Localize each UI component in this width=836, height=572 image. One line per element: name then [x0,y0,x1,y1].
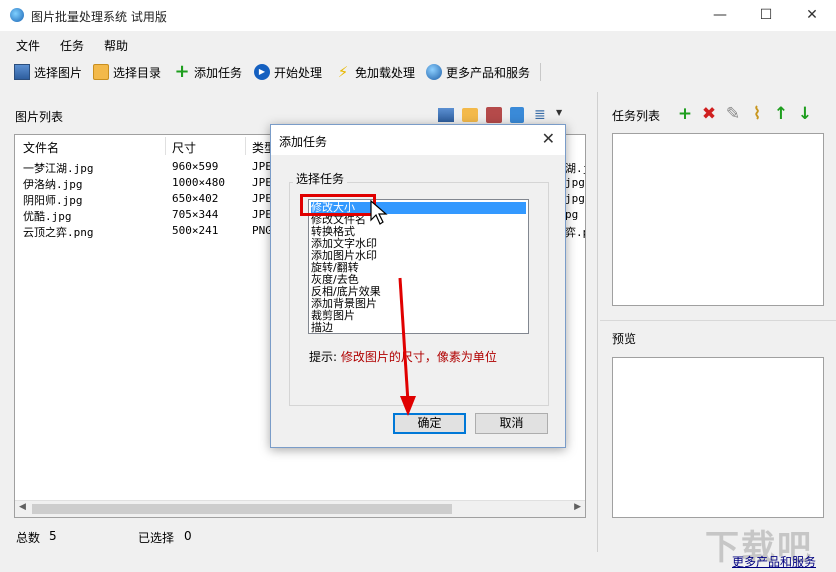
dialog-title-bar: 添加任务 ✕ [271,125,565,155]
scrollbar-thumb[interactable] [32,504,452,514]
plus-icon: + [174,61,190,82]
start-label: 开始处理 [274,65,323,80]
file-path: pg [565,208,579,221]
file-name: 云顶之弈.png [23,226,94,239]
selected-label: 已选择 [138,531,175,545]
file-name: 一梦江湖.jpg [23,162,94,175]
panel-divider [600,320,836,321]
toolbar-divider [540,63,541,81]
menu-task[interactable]: 任务 [60,37,84,54]
menu-bar: 文件 任务 帮助 [0,31,836,57]
selected-count: 0 [184,529,192,543]
add-task-button[interactable]: + 添加任务 [174,62,242,82]
chevron-down-icon[interactable]: ▼ [556,108,562,117]
play-icon: ▶ [254,64,270,80]
delete-icon[interactable]: ✖ [700,105,718,123]
lightning-icon: ⚡ [337,63,349,81]
task-list-title: 任务列表 [612,109,661,123]
group-label: 选择任务 [293,170,348,187]
highlight-box [300,194,376,216]
start-button[interactable]: ▶ 开始处理 [254,62,322,82]
file-path: 湖.j [565,162,585,175]
column-header-size[interactable]: 尺寸 [172,139,196,156]
file-path: jpg [565,192,585,205]
hint-label: 提示: [309,350,338,364]
maximize-button[interactable]: ☐ [743,0,789,31]
folder-icon[interactable] [462,108,478,122]
image-icon [14,64,30,80]
more-products-link[interactable]: 更多产品和服务 [732,553,816,570]
close-button[interactable]: ✕ [789,0,835,31]
globe-icon [426,64,442,80]
red-arrow-icon [398,277,416,416]
window-title: 图片批量处理系统 试用版 [31,10,167,24]
more-products-label: 更多产品和服务 [446,65,531,80]
mouse-cursor-icon [370,200,388,225]
file-path: jpg [565,176,585,189]
column-divider[interactable] [245,137,246,155]
cancel-button[interactable]: 取消 [475,413,548,434]
remove-image-icon[interactable] [486,107,502,123]
image-view-icon[interactable] [438,108,454,122]
total-count: 5 [49,529,57,543]
file-size: 705×344 [172,208,219,221]
file-name: 阴阳师.jpg [23,194,83,207]
add-task-label: 添加任务 [194,65,243,80]
trash-icon[interactable] [510,107,524,123]
scroll-left-icon[interactable]: ◀ [19,502,26,512]
column-divider[interactable] [165,137,166,155]
file-type: JPE [252,192,272,205]
dialog-title: 添加任务 [279,135,328,149]
column-header-name[interactable]: 文件名 [23,139,59,156]
main-toolbar: 选择图片 选择目录 + 添加任务 ▶ 开始处理 ⚡ 免加载处理 更多产品和服务 [0,57,590,87]
file-size: 650×402 [172,192,219,205]
title-bar: 图片批量处理系统 试用版 — ☐ ✕ [0,0,836,31]
image-list-title: 图片列表 [15,110,64,124]
task-list[interactable] [612,133,824,306]
file-path: 弈.p [565,226,585,239]
dialog-close-button[interactable]: ✕ [542,129,555,148]
select-image-label: 选择图片 [34,65,83,80]
file-type: JPE [252,176,272,189]
scroll-right-icon[interactable]: ▶ [574,502,581,512]
file-type: JPE [252,160,272,173]
horizontal-scrollbar[interactable]: ◀ ▶ [15,500,585,517]
menu-help[interactable]: 帮助 [104,37,128,54]
file-type: PNG [252,224,272,237]
app-logo-icon [10,8,24,22]
add-icon[interactable]: + [676,105,694,123]
select-dir-button[interactable]: 选择目录 [93,62,161,82]
arrow-down-icon[interactable]: ↓ [796,105,814,123]
free-install-label: 免加载处理 [355,65,416,80]
file-type: JPE [252,208,272,221]
arrow-up-icon[interactable]: ↑ [772,105,790,123]
preview-title: 预览 [612,332,637,346]
wrench-icon[interactable]: ✎ [724,105,742,123]
list-view-icon[interactable]: ≣ [534,107,550,123]
more-products-button[interactable]: 更多产品和服务 [426,62,530,82]
file-size: 500×241 [172,224,219,237]
file-name: 优酷.jpg [23,210,72,223]
panel-divider[interactable] [597,92,598,552]
minimize-button[interactable]: — [697,0,743,31]
select-dir-label: 选择目录 [113,65,162,80]
menu-file[interactable]: 文件 [16,37,40,54]
folder-icon [93,64,109,80]
file-size: 960×599 [172,160,219,173]
total-label: 总数 [16,531,41,545]
select-image-button[interactable]: 选择图片 [14,62,82,82]
broom-icon[interactable]: ⌇ [748,105,766,123]
free-install-button[interactable]: ⚡ 免加载处理 [335,62,415,82]
file-name: 伊洛纳.jpg [23,178,83,191]
file-size: 1000×480 [172,176,225,189]
preview-area [612,357,824,518]
